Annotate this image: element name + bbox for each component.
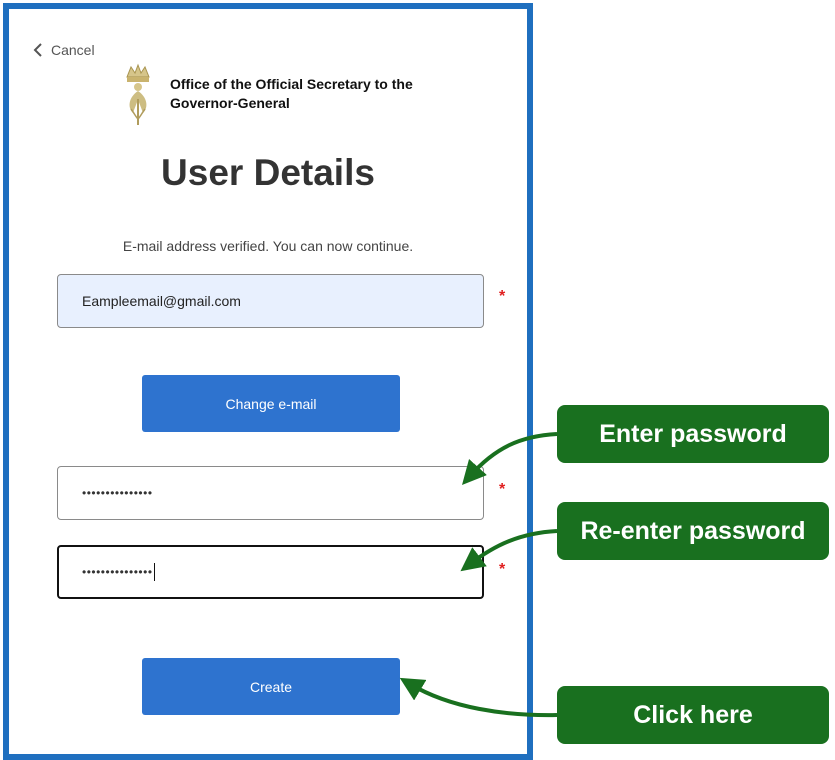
callout-enter-password: Enter password bbox=[557, 405, 829, 463]
callout-click-here: Click here bbox=[557, 686, 829, 744]
annotation-arrows bbox=[399, 432, 558, 718]
arrow-to-password bbox=[462, 432, 558, 485]
arrow-to-reenter-password bbox=[460, 529, 558, 572]
arrow-to-create bbox=[399, 677, 558, 718]
callout-reenter-password: Re-enter password bbox=[557, 502, 829, 560]
